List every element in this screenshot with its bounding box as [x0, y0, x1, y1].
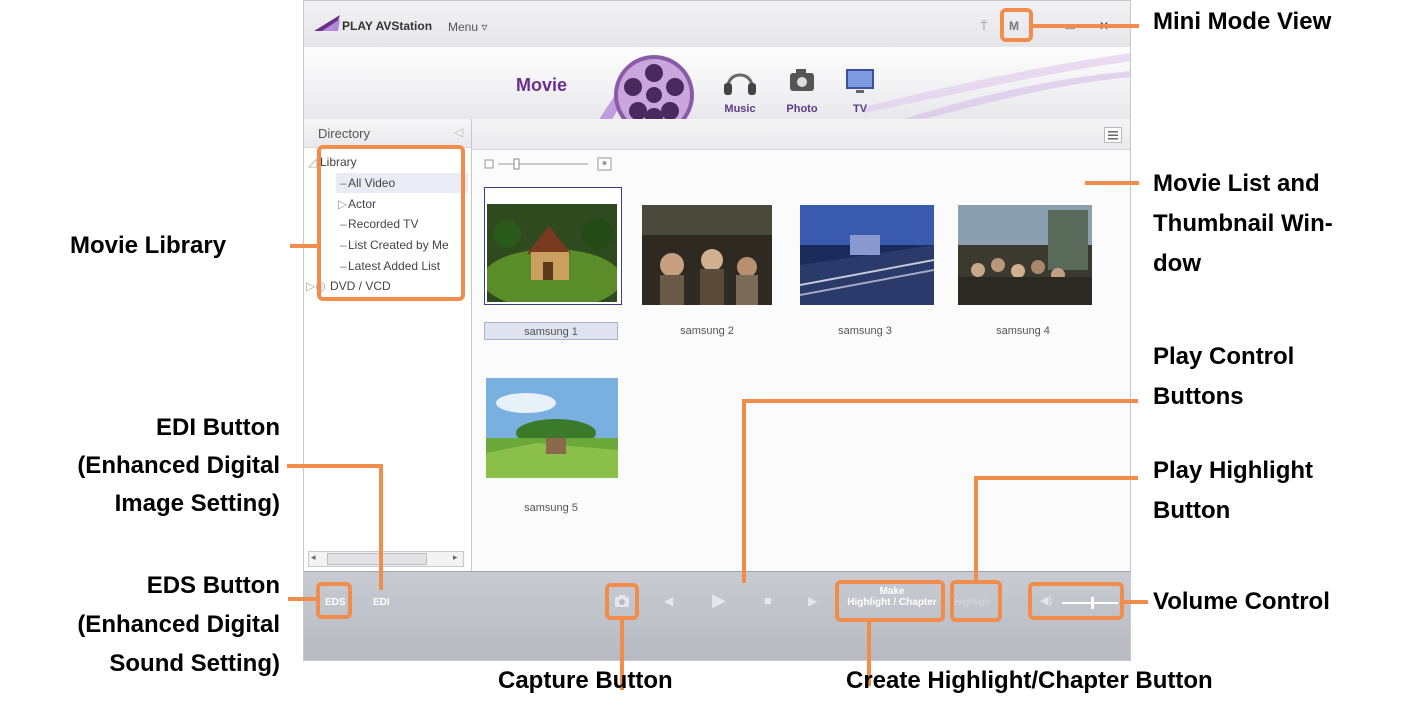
scrollbar-thumb[interactable]	[327, 553, 427, 565]
app-title: PLAY AVStation	[342, 19, 433, 33]
menu-button[interactable]: Menu ▿	[448, 20, 487, 34]
mode-bar: Movie Music Photo TV	[304, 47, 1130, 143]
callout-movie-list-1: Movie List and	[1153, 170, 1320, 197]
callout-movie-list-2: Thumbnail Win-	[1153, 210, 1333, 237]
collapse-pane-icon[interactable]: ◁	[454, 125, 463, 139]
callout-play-control-1: Play Control	[1153, 343, 1295, 370]
pin-icon[interactable]: ⍑	[974, 17, 994, 35]
thumbnail-caption[interactable]: samsung 1	[484, 322, 618, 340]
thumbnail-caption[interactable]: samsung 3	[798, 322, 932, 340]
directory-header: Directory ◁	[304, 119, 471, 148]
control-bar: EDS EDI ◀ ▶ ■ ▶ Make Highlight / Chapter…	[304, 571, 1130, 660]
mode-music[interactable]: Music	[718, 63, 762, 115]
highlight-box-eds	[316, 582, 352, 619]
callout-edi-3: Image Setting)	[114, 490, 280, 517]
stop-icon[interactable]: ■	[764, 593, 772, 608]
connector-edi-v	[379, 464, 383, 590]
horizontal-scrollbar[interactable]: ◂ ▸	[308, 551, 464, 567]
highlight-box-volume	[1028, 582, 1124, 620]
headphones-icon	[724, 73, 756, 95]
thumbnail-caption[interactable]: samsung 2	[640, 322, 774, 340]
thumbnail-frame-selected[interactable]	[484, 187, 622, 305]
callout-eds-2: (Enhanced Digital	[77, 611, 280, 638]
video-thumbnail-3[interactable]	[800, 205, 934, 305]
thumbnail-size-slider[interactable]	[484, 157, 614, 171]
list-view-icon[interactable]	[1104, 127, 1122, 143]
mode-tv[interactable]: TV	[838, 63, 882, 115]
tv-icon	[846, 69, 874, 93]
highlight-box-capture	[605, 583, 639, 620]
previous-icon[interactable]: ◀	[664, 594, 673, 608]
directory-title: Directory	[318, 126, 371, 141]
callout-volume: Volume Control	[1153, 588, 1330, 615]
callout-play-control-2: Buttons	[1153, 383, 1244, 410]
mode-tv-label: TV	[852, 103, 868, 115]
highlight-box-make-highlight	[835, 580, 945, 622]
app-logo-icon	[314, 15, 340, 31]
edi-button[interactable]: EDI	[373, 597, 390, 608]
expand-library-icon[interactable]: ◿	[308, 155, 317, 169]
connector-play-highlight-h	[974, 476, 1138, 480]
callout-mini-mode: Mini Mode View	[1153, 8, 1332, 35]
callout-capture: Capture Button	[498, 667, 673, 694]
next-icon[interactable]: ▶	[808, 594, 817, 608]
connector-edi-h	[287, 464, 383, 468]
decorative-swoosh	[864, 53, 1130, 119]
connector-movie-library	[290, 244, 317, 248]
callout-edi-2: (Enhanced Digital	[77, 452, 280, 479]
callout-create-highlight: Create Highlight/Chapter Button	[846, 667, 1213, 694]
content-toolbar	[472, 119, 1130, 150]
play-icon[interactable]: ▶	[712, 590, 726, 611]
thumbnail-caption[interactable]: samsung 4	[956, 322, 1090, 340]
camera-icon	[790, 69, 814, 91]
callout-play-highlight-2: Button	[1153, 497, 1231, 524]
video-thumbnail-5[interactable]	[486, 378, 618, 478]
callout-play-highlight-1: Play Highlight	[1153, 457, 1314, 484]
mode-title: Movie	[516, 75, 568, 95]
mode-photo[interactable]: Photo	[780, 63, 824, 115]
mode-music-label: Music	[724, 103, 756, 115]
video-thumbnail-4[interactable]	[958, 205, 1092, 305]
connector-eds	[288, 597, 316, 601]
movie-list-window: samsung 1 samsung 2 samsung 3 samsung 4 …	[472, 119, 1130, 571]
highlight-box-movie-library	[317, 145, 465, 301]
highlight-box-play-highlight	[950, 580, 1002, 622]
highlight-box-mini-mode	[1000, 8, 1033, 42]
scroll-left-icon[interactable]: ◂	[311, 552, 316, 563]
connector-mini-mode	[1033, 24, 1139, 28]
video-thumbnail-1	[487, 204, 617, 302]
scroll-right-icon[interactable]: ▸	[453, 552, 458, 563]
video-thumbnail-2[interactable]	[642, 205, 772, 305]
connector-play-control-h	[742, 399, 1138, 403]
callout-eds-3: Sound Setting)	[109, 650, 280, 677]
app-window: PLAY AVStation Menu ▿ ⍑ M — ▭ ✕ Movie	[303, 0, 1131, 661]
connector-volume	[1124, 600, 1148, 604]
connector-play-control-v	[742, 399, 746, 583]
callout-movie-list-3: dow	[1153, 250, 1201, 277]
connector-play-highlight-v	[974, 476, 978, 580]
callout-movie-library: Movie Library	[70, 232, 227, 259]
callout-edi-1: EDI Button	[156, 414, 280, 441]
mode-photo-label: Photo	[786, 103, 818, 115]
connector-movie-list	[1085, 181, 1139, 185]
callout-eds-1: EDS Button	[146, 572, 280, 599]
thumbnail-caption[interactable]: samsung 5	[484, 499, 618, 517]
